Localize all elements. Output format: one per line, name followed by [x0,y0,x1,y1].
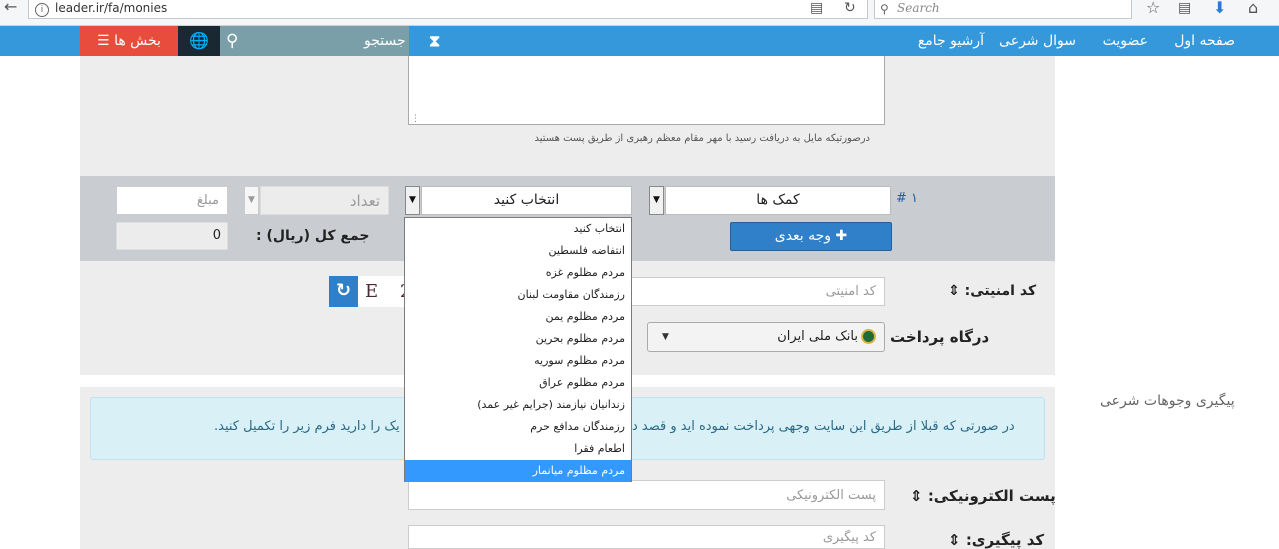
category-dropdown-arrow-icon[interactable]: ▼ [649,186,664,215]
sort-arrows-icon: ⇕ [948,531,961,549]
nav-link-archive[interactable]: آرشیو جامع [918,26,984,56]
payment-gateway-select[interactable]: بانک ملی ایران ▼ [647,322,885,352]
payment-gateway-value: بانک ملی ایران [777,329,858,344]
reload-icon[interactable]: ↻ [844,1,856,15]
search-icon[interactable]: ⚲ [226,26,238,56]
plus-icon: ✚ [835,228,848,244]
url-text: leader.ir/fa/monies [55,1,168,15]
tracking-code-label: کد پیگیری: [965,531,1045,549]
dropdown-option[interactable]: انتخاب کنید [405,218,631,240]
bookmark-star-icon[interactable]: ☆ [1146,0,1160,16]
next-amount-button[interactable]: ✚ وجه بعدی [730,222,892,251]
dropdown-option[interactable]: مردم مظلوم سوریه [405,350,631,372]
security-code-input[interactable] [620,277,885,306]
hamburger-icon: ☰ [97,33,110,49]
amount-input[interactable] [116,186,228,215]
tracking-side-title: پیگیری وجوهات شرعی [1100,393,1235,409]
download-icon[interactable]: ⬇ [1213,0,1226,16]
sections-menu-button[interactable]: بخش ها ☰ [80,26,178,56]
tracking-code-input[interactable] [408,525,885,549]
resize-handle-icon: ⋮ [411,114,420,124]
info-icon[interactable]: i [35,3,49,17]
dropdown-option[interactable]: مردم مظلوم بحرین [405,328,631,350]
dropdown-option[interactable]: اطعام فقرا [405,438,631,460]
payment-gateway-label: درگاه پرداخت [890,328,990,346]
total-label: جمع کل (ریال) : [256,228,370,244]
dropdown-option-selected[interactable]: مردم مظلوم میانمار [405,460,631,482]
dropdown-option[interactable]: مردم مظلوم عراق [405,372,631,394]
sort-arrows-icon: ⇕ [948,283,960,299]
dropdown-option[interactable]: زندانیان نیازمند (جرایم غیر عمد) [405,394,631,416]
back-arrow-icon[interactable]: ← [4,0,17,15]
category-select[interactable]: کمک ها [665,186,891,215]
row-number: ۱ # [896,191,919,206]
count-input[interactable] [260,186,389,215]
browser-search-placeholder: Search [897,1,940,15]
email-label: پست الکترونیکی: [927,487,1056,505]
dropdown-option[interactable]: مردم مظلوم یمن [405,306,631,328]
sort-arrows-icon: ⇕ [910,487,923,505]
subcategory-dropdown-list[interactable]: انتخاب کنید انتفاضه فلسطین مردم مظلوم غز… [404,217,632,482]
refresh-captcha-icon[interactable]: ↻ [329,276,358,307]
dropdown-option[interactable]: انتفاضه فلسطین [405,240,631,262]
security-code-label-wrap: کد امنیتی: ⇕ [948,283,1036,299]
total-value: 0 [116,222,228,250]
rss-icon[interactable]: ⧗ [429,26,440,56]
captcha-image: E 2 [358,276,408,307]
subcategory-dropdown-arrow-icon[interactable]: ▼ [405,186,420,215]
nav-link-home[interactable]: صفحه اول [1174,26,1235,56]
magnifier-icon: ⚲ [880,2,889,16]
email-label-wrap: پست الکترونیکی: ⇕ [910,487,1056,505]
browser-search-input[interactable]: ⚲ Search [874,0,1132,19]
receipt-note: درصورتیکه مایل به دریافت رسید با مهر مقا… [534,133,870,144]
email-field[interactable] [408,480,885,510]
nav-link-membership[interactable]: عضویت [1103,26,1148,56]
tracking-code-label-wrap: کد پیگیری: ⇕ [948,531,1044,549]
gateway-chevron-down-icon: ▼ [662,332,669,342]
library-icon[interactable]: ▤ [1178,1,1191,15]
subcategory-select[interactable]: انتخاب کنید [421,186,632,215]
nav-link-religious-question[interactable]: سوال شرعی [999,26,1076,56]
count-dropdown-arrow-icon[interactable]: ▼ [244,186,259,215]
security-code-label: کد امنیتی: [964,283,1037,299]
bank-logo-icon [861,329,876,344]
dropdown-option[interactable]: رزمندگان مدافع حرم [405,416,631,438]
globe-icon[interactable]: 🌐 [178,26,220,56]
nav-search-label[interactable]: جستجو [364,26,406,56]
url-bar[interactable]: i leader.ir/fa/monies [28,0,868,19]
home-icon[interactable]: ⌂ [1248,0,1258,16]
tracking-info-text-tail: یک را دارید فرم زیر را تکمیل کنید. [214,419,400,434]
dropdown-option[interactable]: مردم مظلوم غزه [405,262,631,284]
tracking-info-text: در صورتی که قبلا از طریق این سایت وجهی پ… [632,419,1015,434]
address-textarea[interactable]: ⋮ [408,56,885,125]
reader-view-icon[interactable]: ▤ [810,1,823,15]
dropdown-option[interactable]: رزمندگان مقاومت لبنان [405,284,631,306]
